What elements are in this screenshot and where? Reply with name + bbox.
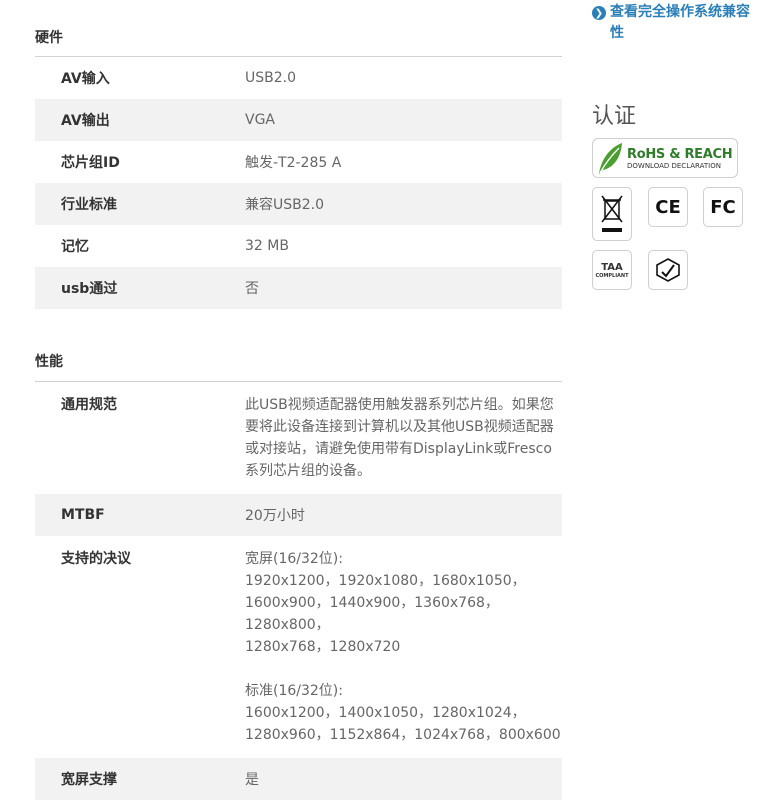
spec-value: 32 MB — [245, 238, 289, 254]
rcm-mark-icon — [648, 250, 688, 290]
spec-value: 宽屏(16/32位): 1920x1200，1920x1080，1680x105… — [245, 548, 562, 746]
spec-row: AV输入 USB2.0 — [35, 57, 562, 99]
res-wide-label: 宽屏(16/32位): — [245, 551, 343, 567]
res-std-list: 1600x1200，1400x1050，1280x1024， 1280x960，… — [245, 705, 561, 743]
spec-value: VGA — [245, 112, 276, 128]
spec-value: 20万小时 — [245, 508, 305, 524]
spec-row-general: 通用规范 此USB视频适配器使用触发器系列芯片组。如果您要将此设备连接到计算机以… — [35, 382, 562, 494]
spec-row-mtbf: MTBF 20万小时 — [35, 494, 562, 536]
ce-mark-icon: CE — [648, 187, 688, 227]
res-std-label: 标准(16/32位): — [245, 683, 343, 699]
taa-compliant-icon: TAA COMPLIANT — [592, 250, 632, 290]
spec-key: 通用规范 — [61, 397, 117, 413]
spec-key: AV输入 — [61, 71, 110, 87]
taa-sub: COMPLIANT — [595, 272, 629, 279]
spec-value: USB2.0 — [245, 70, 297, 86]
spec-row: 行业标准 兼容USB2.0 — [35, 183, 562, 225]
spec-key: usb通过 — [61, 281, 118, 297]
hardware-section-title: 硬件 — [35, 0, 562, 57]
spec-key: 芯片组ID — [61, 155, 120, 171]
certifications-title: 认证 — [592, 104, 637, 129]
spec-value: 否 — [245, 281, 259, 297]
spec-key: 记忆 — [61, 239, 89, 255]
spec-key: 支持的决议 — [61, 551, 131, 567]
spec-key: 宽屏支撑 — [61, 772, 117, 788]
spec-value: 兼容USB2.0 — [245, 197, 325, 213]
os-compatibility-link[interactable]: ❯ 查看完全操作系统兼容性 — [592, 0, 762, 44]
spec-row: 芯片组ID 触发-T2-285 A — [35, 141, 562, 183]
rohs-reach-button[interactable]: RoHS & REACH DOWNLOAD DECLARATION — [592, 138, 738, 178]
spec-row: AV输出 VGA — [35, 99, 562, 141]
spec-key: AV输出 — [61, 113, 110, 129]
os-compatibility-label: 查看完全操作系统兼容性 — [610, 4, 750, 41]
chevron-right-icon: ❯ — [592, 6, 606, 20]
spec-value: 此USB视频适配器使用触发器系列芯片组。如果您要将此设备连接到计算机以及其他US… — [245, 397, 554, 479]
rohs-title: RoHS & REACH — [627, 146, 733, 162]
spec-row-resolutions: 支持的决议 宽屏(16/32位): 1920x1200，1920x1080，16… — [35, 536, 562, 758]
sidebar: ❯ 查看完全操作系统兼容性 — [592, 0, 762, 44]
performance-section-title: 性能 — [35, 309, 562, 382]
leaf-icon — [599, 143, 622, 174]
spec-key: 行业标准 — [61, 197, 117, 213]
res-wide-list: 1920x1200，1920x1080，1680x1050， 1600x900，… — [245, 573, 526, 655]
spec-column: 硬件 AV输入 USB2.0 AV输出 VGA 芯片组ID 触发-T2-285 … — [35, 0, 562, 800]
spec-value: 是 — [245, 772, 259, 788]
rohs-subtitle: DOWNLOAD DECLARATION — [627, 161, 721, 170]
spec-key: MTBF — [61, 507, 105, 523]
spec-row: 记忆 32 MB — [35, 225, 562, 267]
spec-value: 触发-T2-285 A — [245, 155, 342, 171]
weee-bin-icon — [592, 187, 632, 241]
spec-row: usb通过 否 — [35, 267, 562, 309]
taa-label: TAA — [601, 261, 623, 273]
fcc-mark-icon: FC — [703, 187, 743, 227]
spec-row-widescreen: 宽屏支撑 是 — [35, 758, 562, 800]
